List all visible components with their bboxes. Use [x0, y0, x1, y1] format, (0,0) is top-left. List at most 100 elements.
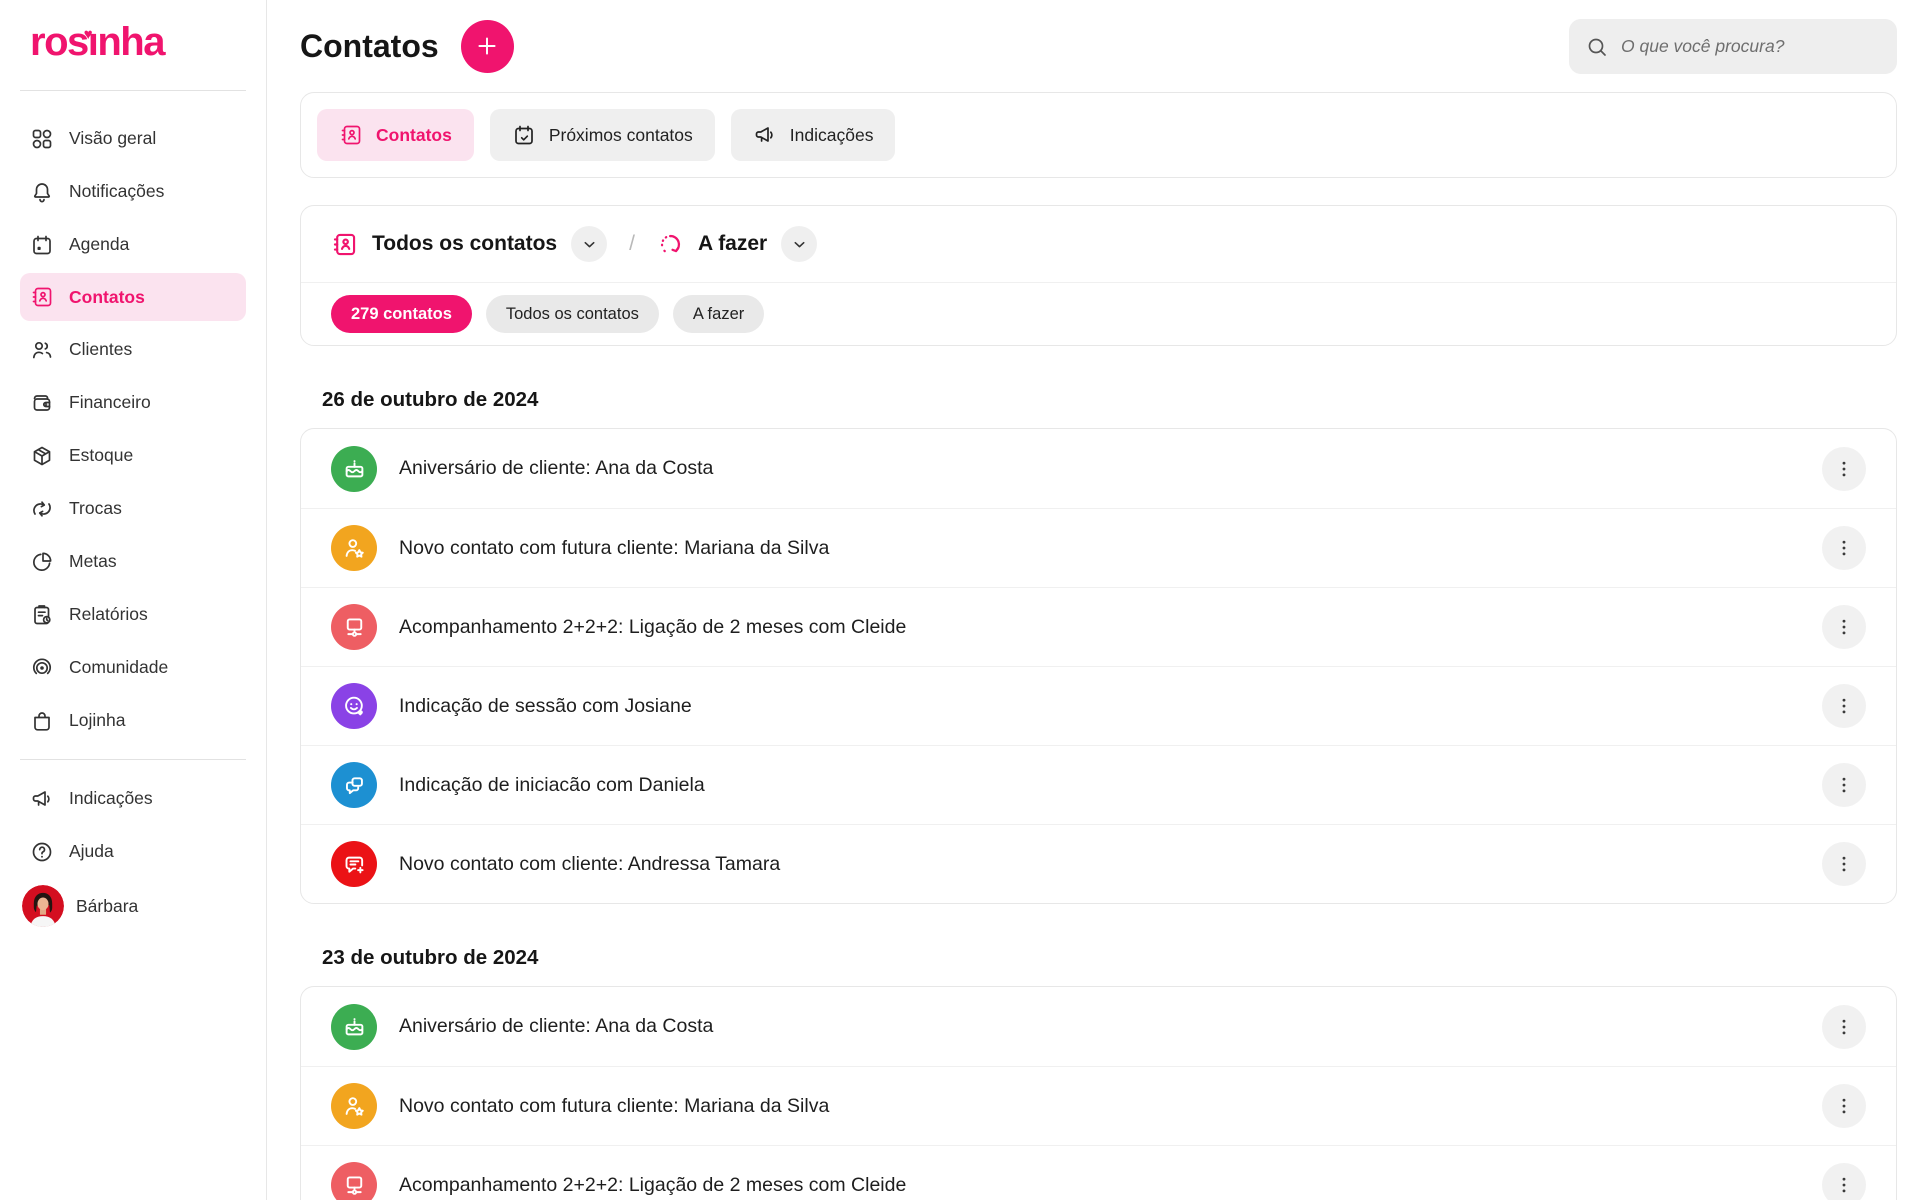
list-item[interactable]: Indicação de iniciacão com Daniela — [301, 745, 1896, 824]
view-dropdown-label: Todos os contatos — [372, 232, 557, 256]
tab-contatos[interactable]: Contatos — [317, 109, 474, 161]
kebab-icon — [1833, 458, 1855, 480]
sidebar-item-label: Visão geral — [69, 128, 156, 149]
sidebar-item-metas[interactable]: Metas — [0, 535, 266, 588]
sidebar-item-label: Lojinha — [69, 710, 125, 731]
item-menu-button[interactable] — [1822, 763, 1866, 807]
sidebar-item-contatos[interactable]: Contatos — [20, 273, 246, 321]
list-item[interactable]: Aniversário de cliente: Ana da Costa — [301, 429, 1896, 508]
list-item-title: Indicação de iniciacão com Daniela — [399, 774, 705, 797]
broadcast-icon — [30, 656, 54, 680]
calendar-check-icon — [512, 123, 536, 147]
sidebar: rosı♥nha Visão geral Notificações Agenda… — [0, 0, 267, 1200]
chat-bubbles-icon — [331, 762, 377, 808]
sidebar-item-clientes[interactable]: Clientes — [0, 323, 266, 376]
sidebar-section-divider — [20, 759, 246, 760]
sidebar-item-label: Trocas — [69, 498, 122, 519]
person-star-icon — [331, 525, 377, 571]
list-item-title: Aniversário de cliente: Ana da Costa — [399, 1015, 713, 1038]
search-bar[interactable] — [1569, 19, 1897, 74]
sidebar-item-label: Agenda — [69, 234, 129, 255]
item-menu-button[interactable] — [1822, 605, 1866, 649]
list-item[interactable]: Acompanhamento 2+2+2: Ligação de 2 meses… — [301, 587, 1896, 666]
sidebar-item-financeiro[interactable]: Financeiro — [0, 376, 266, 429]
plus-icon — [474, 33, 500, 59]
swap-icon — [30, 497, 54, 521]
item-menu-button[interactable] — [1822, 842, 1866, 886]
sidebar-item-label: Contatos — [69, 287, 145, 308]
tab-proximos-contatos[interactable]: Próximos contatos — [490, 109, 715, 161]
search-input[interactable] — [1621, 36, 1881, 57]
chevron-down-icon — [581, 236, 598, 253]
sidebar-item-visao-geral[interactable]: Visão geral — [0, 112, 266, 165]
sidebar-item-label: Comunidade — [69, 657, 168, 678]
sidebar-item-label: Relatórios — [69, 604, 148, 625]
sidebar-item-comunidade[interactable]: Comunidade — [0, 641, 266, 694]
status-dropdown-label: A fazer — [698, 232, 767, 256]
item-menu-button[interactable] — [1822, 1163, 1866, 1200]
user-name: Bárbara — [76, 896, 138, 917]
list-item-title: Novo contato com cliente: Andressa Tamar… — [399, 853, 780, 876]
cake-icon — [331, 446, 377, 492]
sidebar-item-lojinha[interactable]: Lojinha — [0, 694, 266, 747]
list-item[interactable]: Novo contato com futura cliente: Mariana… — [301, 1066, 1896, 1145]
view-dropdown-chevron[interactable] — [571, 226, 607, 262]
sidebar-item-ajuda[interactable]: Ajuda — [0, 825, 266, 878]
contact-list: Aniversário de cliente: Ana da Costa Nov… — [300, 428, 1897, 904]
sidebar-item-relatorios[interactable]: Relatórios — [0, 588, 266, 641]
tab-indicacoes[interactable]: Indicações — [731, 109, 896, 161]
chip-status[interactable]: A fazer — [673, 295, 764, 333]
item-menu-button[interactable] — [1822, 684, 1866, 728]
page-title: Contatos — [300, 28, 439, 65]
list-item[interactable]: Novo contato com cliente: Andressa Tamar… — [301, 824, 1896, 903]
list-item[interactable]: Acompanhamento 2+2+2: Ligação de 2 meses… — [301, 1145, 1896, 1200]
brand-logo[interactable]: rosı♥nha — [30, 16, 164, 68]
address-book-icon — [339, 123, 363, 147]
help-icon — [30, 840, 54, 864]
sidebar-user[interactable]: Bárbara — [0, 878, 266, 934]
monitor-share-icon — [331, 1162, 377, 1200]
list-item[interactable]: Indicação de sessão com Josiane — [301, 666, 1896, 745]
list-item[interactable]: Novo contato com futura cliente: Mariana… — [301, 508, 1896, 587]
report-clock-icon — [30, 603, 54, 627]
list-item-title: Acompanhamento 2+2+2: Ligação de 2 meses… — [399, 616, 906, 639]
sidebar-item-trocas[interactable]: Trocas — [0, 482, 266, 535]
sidebar-item-agenda[interactable]: Agenda — [0, 218, 266, 271]
view-dropdown[interactable]: Todos os contatos — [331, 226, 607, 262]
list-item-title: Novo contato com futura cliente: Mariana… — [399, 1095, 829, 1118]
status-dropdown[interactable]: A fazer — [657, 226, 817, 262]
list-item[interactable]: Aniversário de cliente: Ana da Costa — [301, 987, 1896, 1066]
filter-dropdowns: Todos os contatos / A fazer — [301, 206, 1896, 283]
chip-view[interactable]: Todos os contatos — [486, 295, 659, 333]
cake-icon — [331, 1004, 377, 1050]
status-dropdown-chevron[interactable] — [781, 226, 817, 262]
list-item-title: Acompanhamento 2+2+2: Ligação de 2 meses… — [399, 1174, 906, 1197]
sidebar-item-label: Estoque — [69, 445, 133, 466]
list-item-title: Aniversário de cliente: Ana da Costa — [399, 457, 713, 480]
address-book-icon — [331, 231, 358, 258]
item-menu-button[interactable] — [1822, 1005, 1866, 1049]
sidebar-item-label: Indicações — [69, 788, 153, 809]
item-menu-button[interactable] — [1822, 447, 1866, 491]
package-icon — [30, 444, 54, 468]
person-star-icon — [331, 1083, 377, 1129]
sidebar-item-indicacoes[interactable]: Indicações — [0, 772, 266, 825]
item-menu-button[interactable] — [1822, 526, 1866, 570]
tab-label: Contatos — [376, 125, 452, 146]
kebab-icon — [1833, 774, 1855, 796]
sidebar-item-estoque[interactable]: Estoque — [0, 429, 266, 482]
group-date: 23 de outubro de 2024 — [322, 946, 1897, 970]
sidebar-divider — [20, 90, 246, 91]
address-book-icon — [30, 285, 54, 309]
tab-label: Próximos contatos — [549, 125, 693, 146]
item-menu-button[interactable] — [1822, 1084, 1866, 1128]
filter-separator: / — [629, 232, 635, 256]
add-contact-button[interactable] — [461, 20, 514, 73]
list-item-title: Novo contato com futura cliente: Mariana… — [399, 537, 829, 560]
sidebar-item-notificacoes[interactable]: Notificações — [0, 165, 266, 218]
search-icon — [1585, 35, 1609, 59]
pie-chart-icon — [30, 550, 54, 574]
page-header: Contatos — [300, 18, 1897, 74]
bell-icon — [30, 180, 54, 204]
heart-icon: ♥ — [84, 9, 93, 61]
